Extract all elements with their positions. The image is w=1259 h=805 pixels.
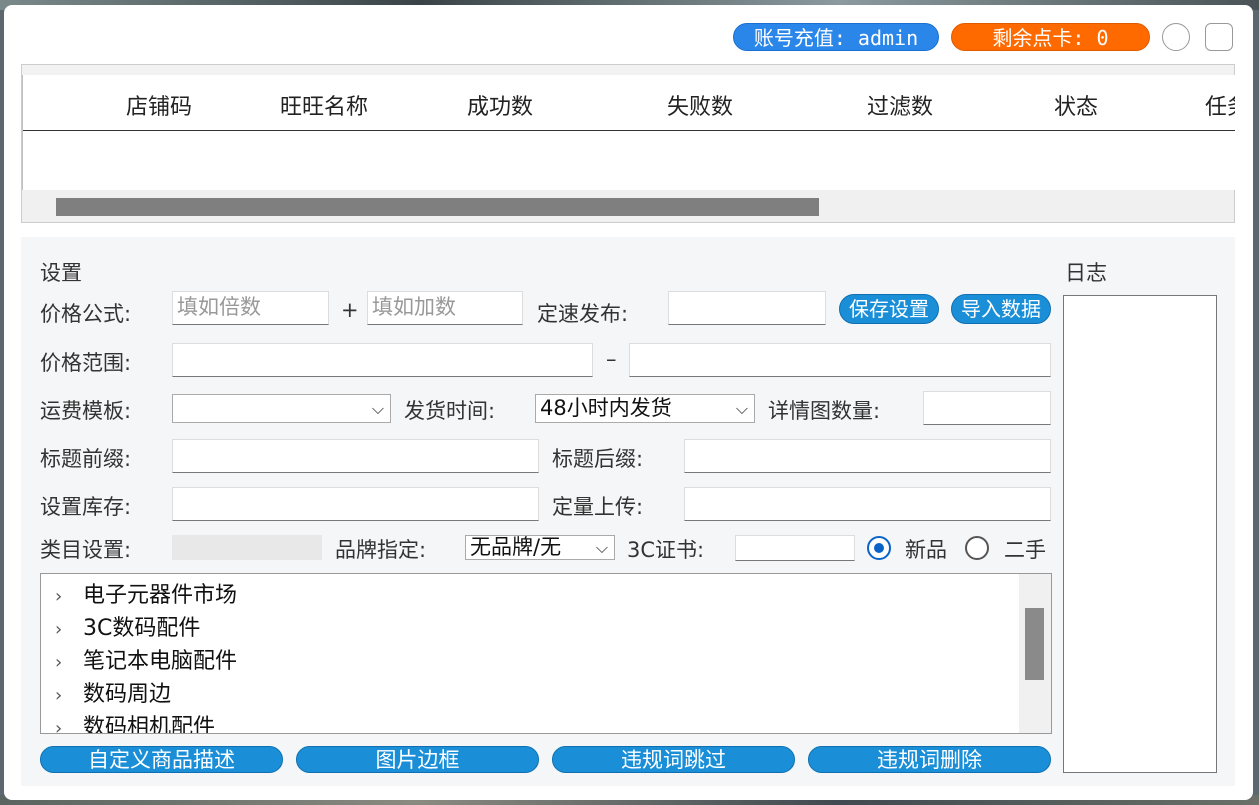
column-header-wangwang-name[interactable]: 旺旺名称 — [280, 89, 368, 121]
stock-input[interactable] — [172, 487, 539, 521]
title-prefix-label: 标题前缀: — [40, 447, 132, 471]
price-range-min-input[interactable] — [172, 343, 593, 377]
remaining-points-badge[interactable]: 剩余点卡: 0 — [951, 23, 1150, 51]
chevron-right-icon[interactable]: › — [55, 685, 83, 706]
log-title: 日志 — [1065, 261, 1107, 285]
settings-title: 设置 — [40, 261, 82, 285]
brand-label: 品牌指定: — [335, 538, 427, 562]
close-button[interactable] — [1205, 23, 1233, 51]
tree-item-label: 数码周边 — [83, 682, 172, 707]
range-dash: – — [606, 347, 617, 371]
log-output[interactable] — [1063, 295, 1217, 773]
title-suffix-label: 标题后缀: — [552, 447, 644, 471]
title-prefix-input[interactable] — [172, 439, 539, 473]
timed-publish-input[interactable] — [668, 291, 826, 325]
column-header-shop-code[interactable]: 店铺码 — [126, 89, 192, 121]
condition-used-radio[interactable] — [965, 536, 989, 560]
price-range-max-input[interactable] — [629, 343, 1051, 377]
condition-new-label[interactable]: 新品 — [905, 534, 947, 564]
import-data-button[interactable]: 导入数据 — [951, 294, 1051, 324]
horizontal-scrollbar[interactable] — [22, 190, 1234, 222]
brand-value: 无品牌/无 — [470, 535, 562, 559]
chevron-right-icon[interactable]: › — [55, 652, 83, 673]
detail-image-count-input[interactable] — [923, 391, 1051, 425]
ship-time-value: 48小时内发货 — [540, 396, 672, 420]
fixed-upload-input[interactable] — [684, 487, 1051, 521]
tree-item-label: 电子元器件市场 — [83, 583, 238, 608]
horizontal-scrollbar-thumb[interactable] — [56, 198, 819, 216]
category-label: 类目设置: — [40, 538, 132, 562]
vertical-scrollbar-thumb[interactable] — [1025, 608, 1044, 680]
column-header-status[interactable]: 状态 — [1054, 89, 1098, 121]
chevron-right-icon[interactable]: › — [55, 586, 83, 607]
price-range-label: 价格范围: — [40, 351, 132, 375]
chevron-down-icon: ⌵ — [371, 399, 384, 418]
shipping-template-select[interactable]: ⌵ — [172, 394, 391, 423]
stock-label: 设置库存: — [40, 495, 132, 519]
condition-used-label[interactable]: 二手 — [1004, 534, 1046, 564]
detail-image-count-label: 详情图数量: — [768, 399, 881, 423]
price-multiplier-input[interactable] — [172, 291, 329, 325]
tree-item[interactable]: › 电子元器件市场 — [55, 577, 237, 609]
table-header: 店铺码 旺旺名称 成功数 失败数 过滤数 状态 任务 — [23, 75, 1235, 131]
tree-item-label: 3C数码配件 — [83, 616, 201, 641]
task-table: 店铺码 旺旺名称 成功数 失败数 过滤数 状态 任务 — [22, 75, 1235, 190]
ship-time-select[interactable]: 48小时内发货 ⌵ — [535, 394, 755, 423]
minimize-button[interactable] — [1162, 23, 1190, 51]
brand-select[interactable]: 无品牌/无 ⌵ — [465, 535, 615, 560]
tree-item[interactable]: › 笔记本电脑配件 — [55, 643, 237, 675]
task-table-panel: 店铺码 旺旺名称 成功数 失败数 过滤数 状态 任务 — [21, 64, 1235, 223]
main-window: 账号充值: admin 剩余点卡: 0 店铺码 旺旺名称 成功数 失败数 过滤数… — [4, 5, 1253, 800]
tree-item-label: 数码相机配件 — [83, 715, 216, 734]
cert-3c-label: 3C证书: — [627, 538, 705, 562]
image-border-button[interactable]: 图片边框 — [296, 746, 539, 773]
fixed-upload-label: 定量上传: — [552, 495, 644, 519]
save-settings-button[interactable]: 保存设置 — [839, 294, 939, 324]
custom-description-button[interactable]: 自定义商品描述 — [40, 746, 283, 773]
cert-3c-input[interactable] — [735, 535, 855, 561]
account-recharge-button[interactable]: 账号充值: admin — [733, 23, 939, 51]
shipping-template-label: 运费模板: — [40, 399, 132, 423]
chevron-right-icon[interactable]: › — [55, 718, 83, 733]
chevron-down-icon: ⌵ — [593, 536, 608, 559]
tree-item[interactable]: › 数码相机配件 — [55, 709, 216, 734]
settings-panel: 设置 价格公式: + 定速发布: 保存设置 导入数据 价格范围: – 运费模板:… — [21, 237, 1235, 786]
category-display[interactable] — [172, 535, 322, 560]
column-header-task[interactable]: 任务 — [1205, 89, 1235, 121]
delete-banned-words-button[interactable]: 违规词删除 — [808, 746, 1051, 773]
category-tree[interactable]: › 电子元器件市场 › 3C数码配件 › 笔记本电脑配件 › 数码周边 › 数码相机配件 — [40, 573, 1052, 734]
price-formula-label: 价格公式: — [40, 302, 132, 326]
column-header-filter-count[interactable]: 过滤数 — [867, 89, 933, 121]
tree-item[interactable]: › 数码周边 — [55, 676, 171, 708]
tree-item-label: 笔记本电脑配件 — [83, 649, 238, 674]
title-suffix-input[interactable] — [684, 439, 1051, 473]
chevron-down-icon: ⌵ — [735, 399, 748, 418]
price-addend-input[interactable] — [367, 291, 523, 325]
chevron-right-icon[interactable]: › — [55, 619, 83, 640]
plus-sign: + — [341, 298, 359, 322]
timed-publish-label: 定速发布: — [537, 302, 629, 326]
column-header-fail-count[interactable]: 失败数 — [667, 89, 733, 121]
tree-item[interactable]: › 3C数码配件 — [55, 610, 200, 642]
skip-banned-words-button[interactable]: 违规词跳过 — [552, 746, 795, 773]
ship-time-label: 发货时间: — [404, 399, 496, 423]
vertical-scrollbar[interactable] — [1019, 574, 1051, 733]
column-header-success-count[interactable]: 成功数 — [467, 89, 533, 121]
condition-new-radio[interactable] — [867, 536, 891, 560]
